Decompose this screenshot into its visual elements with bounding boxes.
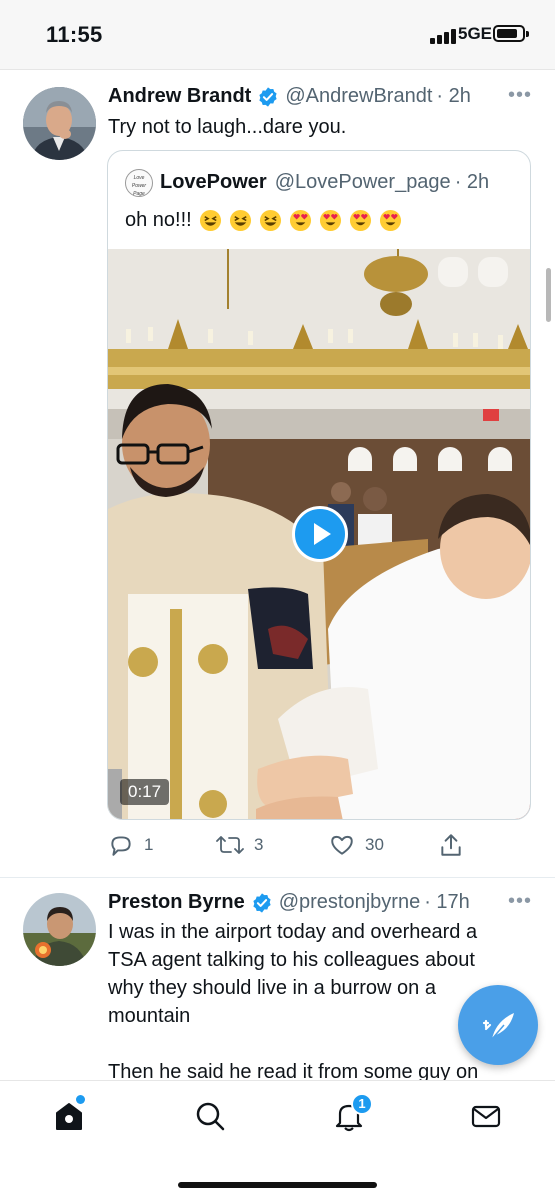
tweet-text-line: why they should live in a burrow on a xyxy=(108,977,436,999)
grinning-squinting-face-icon xyxy=(259,209,281,232)
grinning-squinting-face-icon xyxy=(229,209,251,232)
tab-home[interactable] xyxy=(52,1095,86,1133)
tweet-text-line: mountain xyxy=(108,1005,191,1027)
tweet-actions: 1 3 30 xyxy=(108,832,508,860)
quoted-avatar: Love Power Page xyxy=(125,169,153,197)
compose-tweet-button[interactable] xyxy=(458,985,538,1065)
user-handle[interactable]: @prestonjbyrne xyxy=(279,891,420,914)
quoted-tweet-text-row: oh no!!! xyxy=(125,209,402,232)
more-options-icon[interactable]: ••• xyxy=(508,84,532,107)
heart-icon xyxy=(331,835,353,855)
heart-eyes-face-icon xyxy=(379,209,401,232)
share-button[interactable] xyxy=(438,832,474,858)
verified-badge-icon xyxy=(253,892,271,913)
like-count: 30 xyxy=(365,835,384,854)
tweet-time: · 17h xyxy=(424,891,470,913)
tab-notifications[interactable]: 1 xyxy=(332,1093,373,1133)
home-indicator[interactable] xyxy=(178,1182,377,1188)
retweet-button[interactable]: 3 xyxy=(216,832,263,858)
heart-eyes-face-icon xyxy=(289,209,311,232)
play-icon xyxy=(314,523,331,545)
display-name[interactable]: Andrew Brandt xyxy=(108,85,251,108)
tweet-text: I was in the airport today and overheard… xyxy=(108,918,478,1080)
retweet-icon xyxy=(216,836,244,854)
video-player[interactable]: 0:17 xyxy=(108,249,530,819)
quote-tweet-card[interactable]: Love Power Page LovePower @LovePower_pag… xyxy=(107,150,531,820)
bottom-tab-bar: 1 xyxy=(0,1080,555,1200)
scrollbar[interactable] xyxy=(546,268,551,322)
tweet-header: Preston Byrne @prestonjbyrne · 17h xyxy=(108,891,470,914)
grinning-squinting-face-icon xyxy=(199,209,221,232)
reply-icon xyxy=(111,836,131,856)
user-handle[interactable]: @AndrewBrandt xyxy=(285,85,432,108)
compose-feather-icon xyxy=(482,1013,514,1040)
home-notification-dot xyxy=(76,1095,85,1104)
avatar[interactable] xyxy=(23,87,96,160)
tweet[interactable]: Andrew Brandt @AndrewBrandt · 2h ••• Try… xyxy=(0,0,555,877)
quoted-tweet-time: · 2h xyxy=(454,171,490,193)
tweet-text-line: Then he said he read it from some guy on xyxy=(108,1061,479,1080)
share-icon xyxy=(441,834,461,856)
quoted-tweet-header: LovePower @LovePower_page · 2h xyxy=(160,171,489,194)
display-name[interactable]: Preston Byrne xyxy=(108,891,245,914)
notification-count-badge: 1 xyxy=(351,1093,373,1115)
mail-icon xyxy=(471,1105,501,1128)
reply-count: 1 xyxy=(144,835,154,854)
tweet-header: Andrew Brandt @AndrewBrandt · 2h xyxy=(108,85,471,108)
heart-eyes-face-icon xyxy=(319,209,341,232)
quoted-display-name: LovePower xyxy=(160,171,267,193)
play-button[interactable] xyxy=(292,506,348,562)
search-icon xyxy=(196,1102,225,1131)
tweet-time: · 2h xyxy=(436,85,471,107)
retweet-count: 3 xyxy=(254,835,264,854)
video-duration: 0:17 xyxy=(120,779,170,805)
heart-eyes-face-icon xyxy=(349,209,371,232)
like-button[interactable]: 30 xyxy=(329,832,384,858)
tweet-text-line: I was in the airport today and overheard… xyxy=(108,921,478,943)
reply-button[interactable]: 1 xyxy=(108,832,153,858)
avatar[interactable] xyxy=(23,893,96,966)
tab-messages[interactable] xyxy=(469,1099,503,1133)
verified-badge-icon xyxy=(259,86,277,107)
tweet-text: Try not to laugh...dare you. xyxy=(108,116,347,138)
quoted-user-handle: @LovePower_page xyxy=(274,171,451,193)
more-options-icon[interactable]: ••• xyxy=(508,890,532,913)
home-icon xyxy=(56,1103,82,1130)
tab-search[interactable] xyxy=(193,1099,227,1133)
quoted-tweet-text: oh no!!! xyxy=(125,209,192,231)
tweet-text-line: TSA agent talking to his colleagues abou… xyxy=(108,949,475,971)
